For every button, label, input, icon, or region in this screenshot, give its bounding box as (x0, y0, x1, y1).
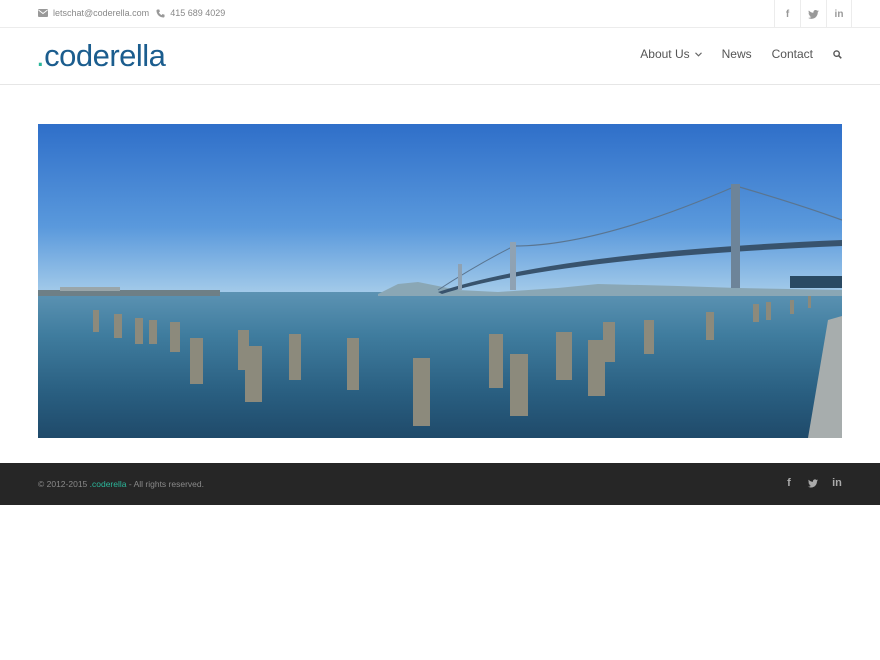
nav-item-about[interactable]: About Us (640, 47, 702, 61)
contact-info: letschat@coderella.com 415 689 4029 (38, 8, 225, 18)
phone-icon (156, 8, 165, 18)
bridge-photo (38, 124, 842, 438)
hero-image (38, 124, 842, 438)
logo-dot: . (36, 38, 45, 73)
copyright: © 2012-2015 .coderella - All rights rese… (38, 479, 204, 489)
email-text: letschat@coderella.com (53, 8, 150, 18)
footer-social-links: f in (770, 476, 842, 490)
nav-item-news[interactable]: News (722, 47, 752, 61)
envelope-icon (38, 9, 48, 17)
top-social-links: f in (774, 0, 852, 28)
nav-item-contact[interactable]: Contact (772, 47, 813, 61)
main-nav: About Us News Contact (640, 47, 842, 61)
top-bar: letschat@coderella.com 415 689 4029 f in (0, 0, 880, 28)
site-logo[interactable]: .coderella (36, 38, 166, 74)
copyright-suffix: - All rights reserved. (126, 479, 204, 489)
twitter-icon[interactable] (800, 0, 826, 28)
nav-about-label: About Us (640, 47, 690, 61)
chevron-down-icon (694, 51, 702, 57)
facebook-icon[interactable]: f (774, 0, 800, 28)
email-link[interactable]: letschat@coderella.com (38, 8, 149, 18)
search-button[interactable] (833, 49, 842, 59)
facebook-icon[interactable]: f (784, 476, 794, 490)
phone-link[interactable]: 415 689 4029 (156, 8, 225, 18)
linkedin-icon[interactable]: in (826, 0, 852, 28)
phone-text: 415 689 4029 (170, 8, 226, 18)
logo-text: coderella (44, 38, 166, 73)
search-icon (833, 49, 842, 59)
footer-brand-link[interactable]: .coderella (90, 479, 127, 489)
site-header: .coderella About Us News Contact (0, 28, 880, 85)
copyright-prefix: © 2012-2015 (38, 479, 90, 489)
linkedin-icon[interactable]: in (832, 476, 842, 490)
site-footer: © 2012-2015 .coderella - All rights rese… (0, 463, 880, 505)
twitter-icon[interactable] (808, 476, 818, 490)
